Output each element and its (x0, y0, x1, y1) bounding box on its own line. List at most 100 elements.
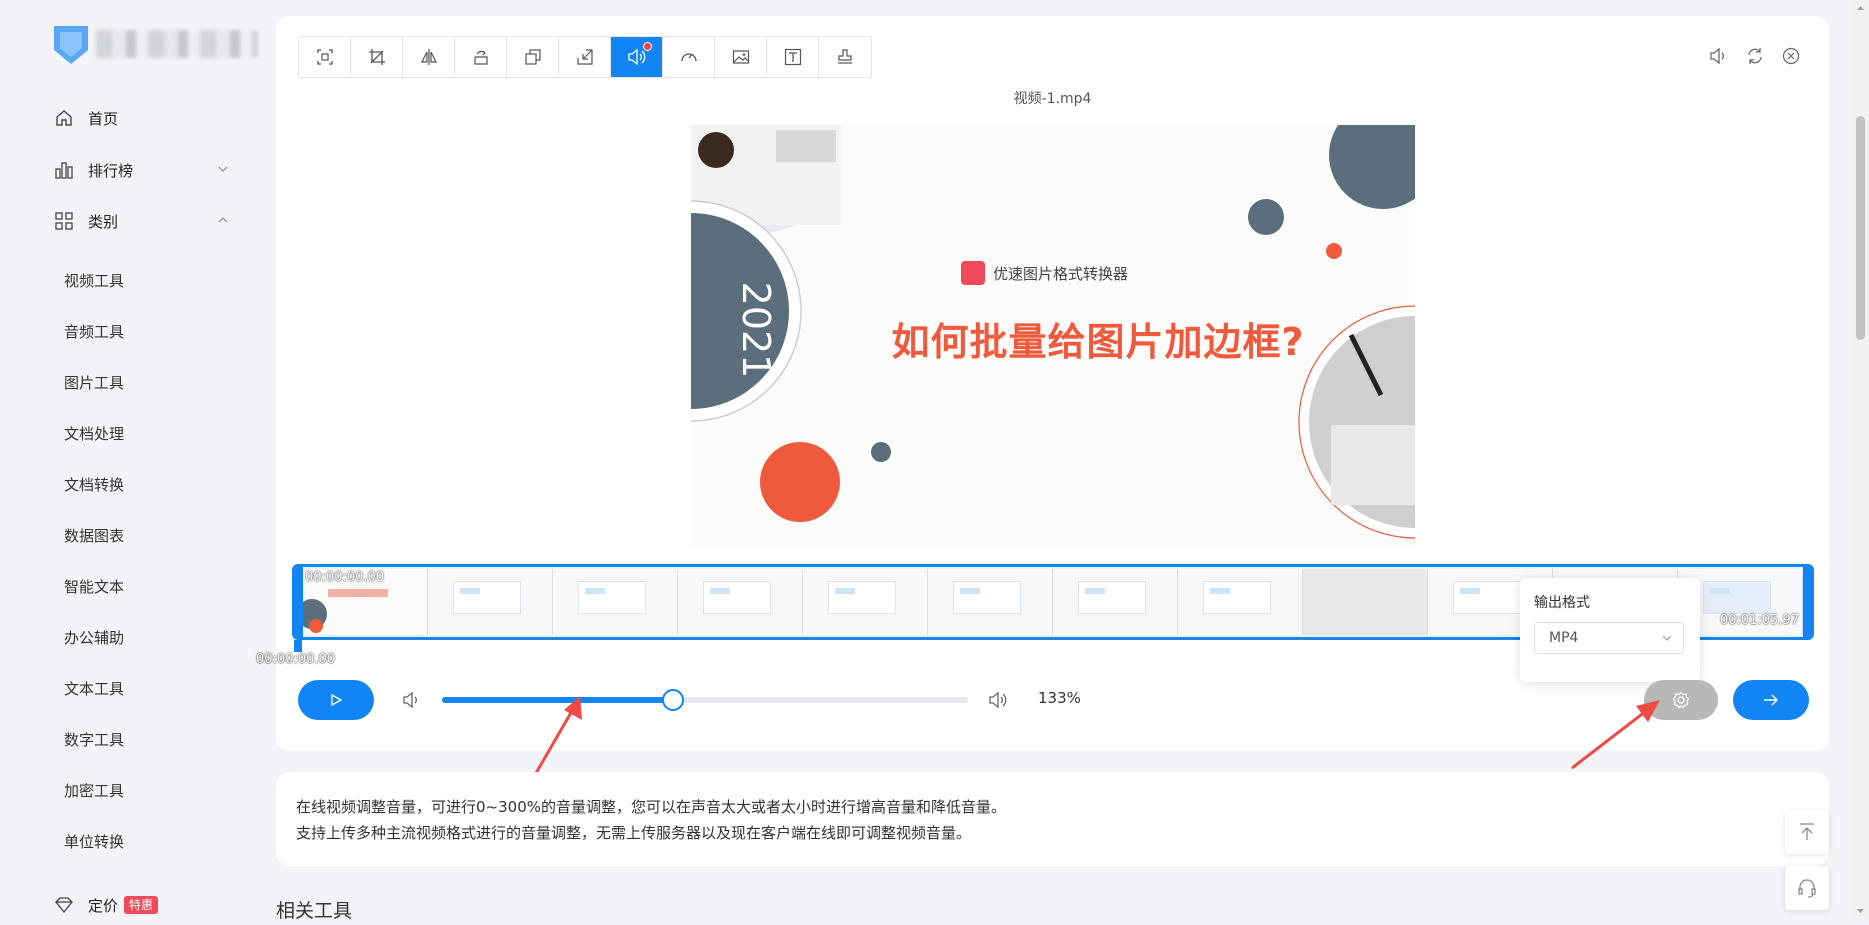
sidebar-item-number-tools[interactable]: 数字工具 (64, 729, 124, 750)
flip-button[interactable] (403, 37, 455, 77)
sidebar-item-encrypt-tools[interactable]: 加密工具 (64, 780, 124, 801)
top-right-controls (1707, 44, 1803, 68)
description-line-2: 支持上传多种主流视频格式进行的音量调整，无需上传服务器以及现在客户端在线即可调整… (296, 824, 972, 842)
speed-icon (680, 53, 697, 62)
timeline-frame (1178, 569, 1303, 635)
volume-high-icon (989, 691, 1007, 709)
refresh-button[interactable] (1743, 44, 1767, 68)
sidebar-item-doc-processing[interactable]: 文档处理 (64, 423, 124, 444)
volume-slider-fill (442, 697, 674, 703)
arrow-right-icon (1764, 694, 1778, 706)
site-logo[interactable] (50, 20, 258, 68)
stamp-button[interactable] (819, 37, 871, 77)
timeline-end-time: 00:01:05.97 (1719, 613, 1799, 628)
timeline-frame (928, 569, 1053, 635)
chevron-down-icon (218, 166, 228, 172)
sidebar-item-office[interactable]: 办公辅助 (64, 627, 124, 648)
speed-button[interactable] (663, 37, 715, 77)
description-line-1: 在线视频调整音量，可进行0~300%的音量调整，您可以在声音太大或者太小时进行增… (296, 798, 1006, 816)
timeline-end-handle[interactable] (1803, 567, 1811, 637)
rotate-button[interactable] (455, 37, 507, 77)
home-icon (54, 108, 74, 128)
image-button[interactable] (715, 37, 767, 77)
image-icon (732, 50, 749, 64)
output-format-label: 输出格式 (1534, 595, 1590, 611)
sidebar-item-data-charts[interactable]: 数据图表 (64, 525, 124, 546)
diamond-icon (54, 895, 74, 915)
settings-button[interactable] (1644, 680, 1718, 720)
crop-button[interactable] (351, 37, 403, 77)
volume-tool-button[interactable] (611, 37, 663, 77)
nav-home[interactable]: 首页 (0, 98, 260, 138)
page-scrollbar[interactable] (1852, 0, 1869, 920)
next-button[interactable] (1733, 680, 1809, 720)
preview-watermark-text: 优速图片格式转换器 (993, 264, 1129, 283)
playhead[interactable] (294, 640, 302, 652)
sidebar-item-text-tools[interactable]: 文本工具 (64, 678, 124, 699)
flip-icon (420, 49, 437, 65)
editor-card: 视频-1.mp4 2021 优速图片格式转换器 如何批量给图片加边框? 00:0… (256, 16, 1829, 751)
nav-category[interactable]: 类别 (0, 201, 260, 241)
related-tools-heading: 相关工具 (276, 900, 353, 922)
headset-icon (1798, 879, 1816, 898)
video-preview[interactable]: 2021 优速图片格式转换器 如何批量给图片加边框? (691, 125, 1415, 548)
text-icon (784, 48, 801, 66)
volume-low-icon (403, 691, 417, 709)
timeline-frame (678, 569, 803, 635)
sidebar-item-video-tools[interactable]: 视频工具 (64, 270, 124, 291)
scale-button[interactable] (559, 37, 611, 77)
sidebar-item-unit-convert[interactable]: 单位转换 (64, 831, 124, 852)
crop-frame-button[interactable] (299, 37, 351, 77)
timeline-start-handle[interactable] (295, 567, 303, 637)
refresh-icon (1748, 48, 1762, 64)
customer-service-button[interactable] (1785, 866, 1829, 910)
notification-dot (643, 42, 652, 51)
current-time: 00:00:00.00 (256, 652, 336, 667)
rotate-icon (473, 50, 488, 65)
tool-description: 在线视频调整音量，可进行0~300%的音量调整，您可以在声音太大或者太小时进行增… (276, 772, 1829, 866)
play-button[interactable] (298, 680, 374, 720)
scroll-down-icon (1857, 909, 1864, 913)
video-filename: 视频-1.mp4 (1013, 91, 1092, 107)
chevron-down-icon (1662, 635, 1672, 641)
resize-icon (524, 49, 541, 65)
back-to-top-button[interactable] (1785, 810, 1829, 854)
volume-percent: 133% (1038, 689, 1081, 707)
chevron-up-icon (218, 217, 228, 223)
timeline-frame (803, 569, 928, 635)
watermark-logo-icon (961, 261, 985, 285)
sidebar-item-image-tools[interactable]: 图片工具 (64, 372, 124, 393)
logo-text-blurred (96, 30, 258, 58)
resize-button[interactable] (507, 37, 559, 77)
nav-category-label: 类别 (88, 212, 119, 231)
scroll-up-icon (1857, 6, 1864, 10)
nav-ranking[interactable]: 排行榜 (0, 150, 260, 190)
gear-icon (1672, 691, 1690, 709)
scale-icon (576, 49, 593, 65)
stamp-icon (838, 49, 852, 64)
preview-headline: 如何批量给图片加边框? (891, 320, 1305, 364)
crop-icon (368, 49, 385, 65)
sidebar-item-audio-tools[interactable]: 音频工具 (64, 321, 124, 342)
text-button[interactable] (767, 37, 819, 77)
output-format-popover: 输出格式 MP4 (1520, 578, 1700, 682)
output-format-value: MP4 (1549, 630, 1579, 646)
speaker-icon (1710, 47, 1724, 65)
sidebar-item-smart-text[interactable]: 智能文本 (64, 576, 124, 597)
play-icon (331, 693, 343, 707)
nav-pricing-label: 定价 (88, 896, 119, 915)
nav-pricing[interactable]: 定价 特惠 (0, 885, 260, 925)
logo-mark-icon (54, 26, 88, 64)
sidebar-item-doc-convert[interactable]: 文档转换 (64, 474, 124, 495)
nav-ranking-label: 排行榜 (88, 161, 134, 180)
volume-slider[interactable] (442, 689, 968, 711)
volume-slider-knob[interactable] (662, 689, 685, 711)
preview-watermark: 优速图片格式转换器 (961, 261, 1128, 285)
sidebar: 首页 排行榜 类别 视频工具 音频工具 图片工具 文档处理 文档转换 数据图表 … (0, 0, 260, 920)
crop-frame-icon (316, 49, 333, 65)
output-format-select[interactable]: MP4 (1534, 622, 1684, 654)
scrollbar-thumb[interactable] (1856, 116, 1865, 340)
mute-button[interactable] (1707, 44, 1731, 68)
promo-badge: 特惠 (124, 896, 159, 914)
close-button[interactable] (1779, 44, 1803, 68)
